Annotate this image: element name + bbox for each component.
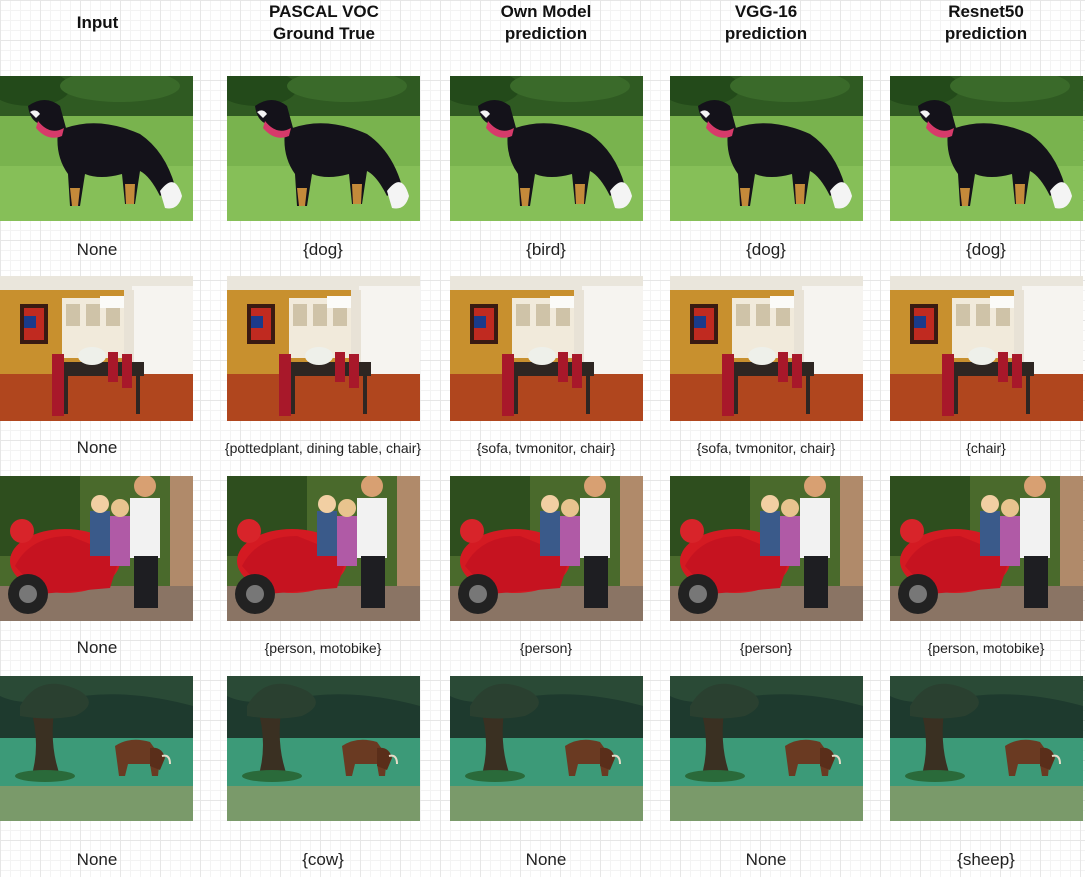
prediction-label: {bird}	[526, 240, 566, 259]
scene-image-dining-room-col2	[450, 276, 643, 421]
prediction-label: {sofa, tvmonitor, chair}	[696, 440, 836, 456]
prediction-label: {sheep}	[957, 850, 1015, 869]
prediction-label: {dog}	[303, 240, 343, 259]
scene-image-cow-col1	[227, 676, 420, 821]
prediction-label: {person}	[519, 640, 573, 656]
prediction-label: None	[76, 438, 118, 457]
prediction-label: None	[745, 850, 787, 869]
prediction-label: {person}	[739, 640, 793, 656]
scene-image-motorbike-col3	[670, 476, 863, 621]
prediction-label: {cow}	[302, 850, 344, 869]
prediction-label: {sofa, tvmonitor, chair}	[476, 440, 616, 456]
scene-image-dining-room-col0	[0, 276, 193, 421]
scene-image-cow-col0	[0, 676, 193, 821]
scene-image-dining-room-col3	[670, 276, 863, 421]
scene-image-dining-room-col4	[890, 276, 1083, 421]
prediction-label: {person, motobike}	[927, 640, 1045, 656]
prediction-label: {pottedplant, dining table, chair}	[224, 440, 422, 456]
header-vgg16: VGG-16 prediction	[724, 2, 808, 43]
prediction-label: {dog}	[966, 240, 1006, 259]
prediction-label: None	[76, 638, 118, 657]
scene-image-dining-room-col1	[227, 276, 420, 421]
scene-image-dog-col2	[450, 76, 643, 221]
scene-image-motorbike-col2	[450, 476, 643, 621]
prediction-label: None	[76, 850, 118, 869]
scene-image-motorbike-col1	[227, 476, 420, 621]
scene-image-motorbike-col4	[890, 476, 1083, 621]
scene-image-dog-col1	[227, 76, 420, 221]
header-resnet50: Resnet50 prediction	[944, 2, 1028, 43]
scene-image-motorbike-col0	[0, 476, 193, 621]
header-own-model: Own Model prediction	[500, 2, 592, 43]
scene-image-cow-col3	[670, 676, 863, 821]
scene-image-dog-col0	[0, 76, 193, 221]
header-ground-truth: PASCAL VOC Ground True	[269, 2, 379, 43]
prediction-label: None	[525, 850, 567, 869]
header-input: Input	[76, 13, 119, 32]
prediction-label: {person, motobike}	[264, 640, 382, 656]
scene-image-dog-col4	[890, 76, 1083, 221]
scene-image-cow-col2	[450, 676, 643, 821]
prediction-label: {dog}	[746, 240, 786, 259]
prediction-label: {chair}	[966, 440, 1006, 456]
scene-image-cow-col4	[890, 676, 1083, 821]
scene-image-dog-col3	[670, 76, 863, 221]
prediction-label: None	[76, 240, 118, 259]
